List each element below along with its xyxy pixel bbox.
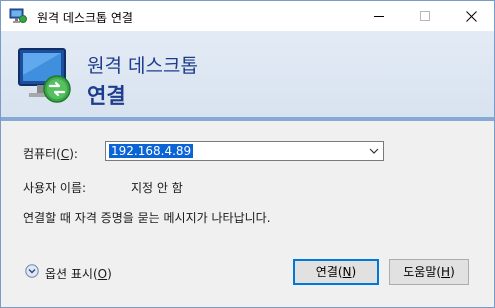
user-name-value: 지정 안 함: [131, 181, 183, 195]
window-title: 원격 데스크톱 연결: [37, 11, 133, 25]
user-name-label: 사용자 이름:: [23, 181, 87, 195]
expand-circle-icon[interactable]: [25, 264, 39, 278]
remote-desktop-monitor-icon: [18, 48, 71, 103]
banner-divider: [1, 117, 494, 121]
show-options-link[interactable]: 옵션 표시(O): [45, 265, 112, 282]
remote-desktop-window: 원격 데스크톱 연결 원격 데스크톱 연결 컴퓨터(C): 192.168.4.…: [0, 0, 495, 308]
banner-title-secondary: 연결: [87, 84, 126, 108]
close-icon: [466, 11, 477, 22]
computer-label: 컴퓨터(C):: [23, 147, 78, 161]
credential-info-text: 연결할 때 자격 증명을 묻는 메시지가 나타납니다.: [23, 211, 271, 225]
connect-button[interactable]: 연결(N): [293, 259, 379, 285]
help-button[interactable]: 도움말(H): [389, 259, 469, 285]
computer-input-value[interactable]: 192.168.4.89: [109, 144, 194, 158]
minimize-button[interactable]: [356, 1, 402, 31]
remote-desktop-icon: [9, 8, 27, 23]
computer-combobox[interactable]: 192.168.4.89: [105, 141, 384, 161]
banner-title-primary: 원격 데스크톱: [87, 55, 198, 77]
title-bar[interactable]: 원격 데스크톱 연결: [1, 1, 494, 31]
chevron-down-icon[interactable]: [369, 147, 379, 155]
close-button[interactable]: [448, 1, 494, 31]
maximize-button[interactable]: [402, 1, 448, 31]
